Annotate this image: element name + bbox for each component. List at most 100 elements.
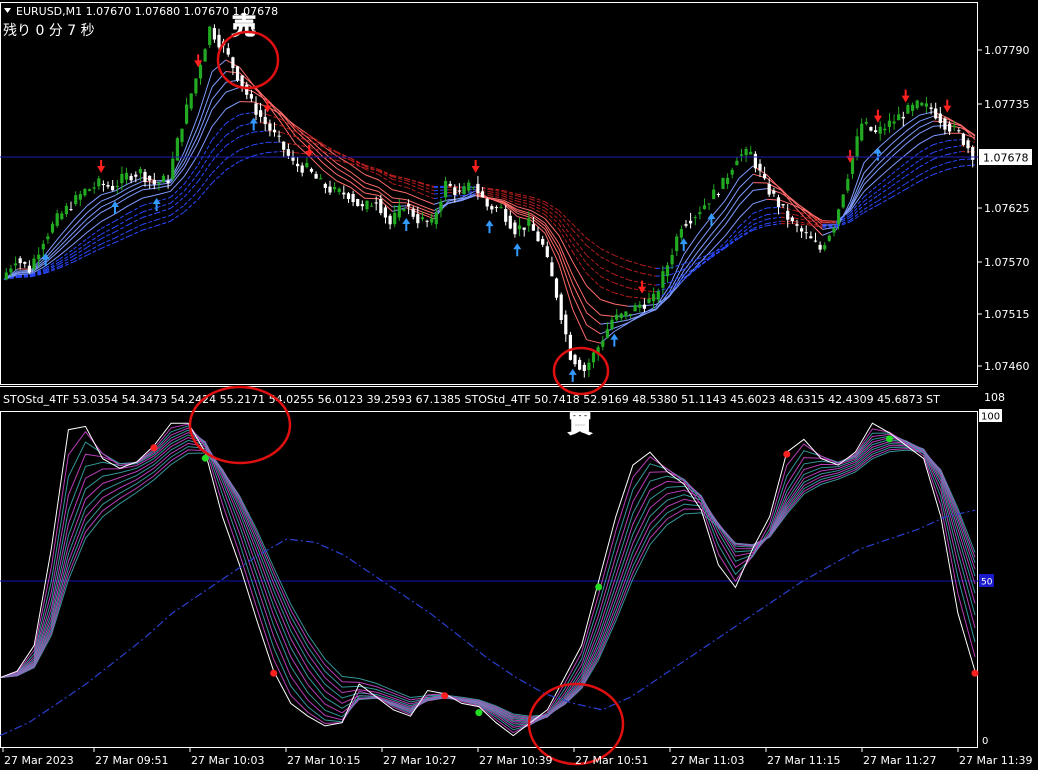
ma-line-segment xyxy=(211,169,227,184)
candle-body xyxy=(665,265,670,277)
candle-body xyxy=(818,244,822,250)
candle-body xyxy=(610,319,614,329)
ma-line-segment xyxy=(766,223,781,227)
candle-body xyxy=(605,329,609,338)
time-label: 27 Mar 10:51 xyxy=(575,754,648,767)
ma-line-segment xyxy=(933,169,948,175)
stoch-ribbon-line xyxy=(0,429,976,726)
candle-body xyxy=(911,104,915,111)
candle-body xyxy=(883,128,887,131)
candle-body xyxy=(314,173,318,179)
candle-body xyxy=(9,268,13,273)
sell-arrow-icon xyxy=(638,280,647,294)
candle-body xyxy=(864,122,868,124)
candle-body xyxy=(735,160,739,166)
sell-arrow-icon xyxy=(901,89,910,103)
ma-line-segment xyxy=(614,292,629,298)
stochastic-ribbon xyxy=(0,422,976,737)
candle-body xyxy=(78,194,82,200)
indicator-tick: 108 xyxy=(984,391,1005,404)
candle-body xyxy=(476,183,480,194)
candle-body xyxy=(444,181,448,198)
stoch-sell-dot xyxy=(150,444,158,452)
ma-line-segment xyxy=(239,144,254,151)
candle-body xyxy=(726,177,730,184)
ma-line-segment xyxy=(614,273,629,281)
candle-body xyxy=(490,206,494,210)
candle-body xyxy=(485,198,489,207)
candle-body xyxy=(971,147,975,160)
candle-body xyxy=(758,163,762,171)
ma-line-segment xyxy=(919,167,934,176)
candle-body xyxy=(689,220,693,224)
stoch-ribbon-line xyxy=(0,431,976,724)
candle-body xyxy=(425,220,429,222)
ma-line-segment xyxy=(73,212,88,228)
candle-body xyxy=(716,194,720,195)
ma-line-segment xyxy=(642,282,657,286)
ma-line-segment xyxy=(947,165,962,170)
dropdown-triangle-icon[interactable] xyxy=(4,8,11,13)
ma-line-segment xyxy=(863,156,879,174)
ma-line-segment xyxy=(253,152,268,157)
ma-line-segment xyxy=(350,176,366,189)
bar-timer: 残り 0 分 7 秒 xyxy=(3,23,95,39)
stoch-slow-line xyxy=(0,509,976,737)
time-label: 27 Mar 11:03 xyxy=(671,754,744,767)
candle-body xyxy=(915,100,919,109)
candle-body xyxy=(240,75,244,88)
candle-body xyxy=(189,93,193,109)
ma-line-segment xyxy=(600,248,615,256)
ma-line-segment xyxy=(170,190,185,204)
candle-body xyxy=(804,232,808,234)
ma-line-segment xyxy=(586,273,601,288)
candle-body xyxy=(832,228,836,233)
buy-arrow-icon xyxy=(568,368,577,382)
candle-body xyxy=(388,215,392,225)
ma-line-segment xyxy=(225,125,241,136)
ma-line-segment xyxy=(572,223,587,239)
candle-body xyxy=(813,240,818,242)
ma-line-segment xyxy=(697,225,712,245)
ma-line-segment xyxy=(267,114,282,120)
ma-line-segment xyxy=(530,204,546,212)
indicator-tick: 0 xyxy=(982,736,988,747)
candle-body xyxy=(32,258,36,270)
ma-line-segment xyxy=(572,261,588,287)
candle-body xyxy=(60,213,64,220)
stoch-ribbon-line xyxy=(0,425,976,731)
candle-body xyxy=(337,188,341,192)
candle-body xyxy=(559,294,563,320)
stoch-sell-dot xyxy=(270,669,278,677)
ma-line-segment xyxy=(933,162,948,169)
ma-line-segment xyxy=(641,264,657,269)
ma-line-segment xyxy=(392,189,407,194)
candle-body xyxy=(966,140,970,149)
ma-line-segment xyxy=(100,195,116,202)
trading-chart[interactable]: 1.07678 1.07790 1.07735 1.07625 1.07570 … xyxy=(0,0,1038,770)
candle-body xyxy=(929,107,933,109)
ma-line-segment xyxy=(919,125,934,134)
candle-body xyxy=(615,314,619,320)
candle-body xyxy=(166,180,170,184)
candle-body xyxy=(323,183,327,188)
candle-body xyxy=(134,174,138,177)
ma-line-segment xyxy=(225,101,241,110)
candle-body xyxy=(948,123,952,132)
ma-line-segment xyxy=(614,303,629,307)
candle-body xyxy=(129,175,133,181)
candle-body xyxy=(860,123,864,141)
ma-line-segment xyxy=(419,192,435,200)
ma-line-segment xyxy=(753,188,767,191)
candle-body xyxy=(887,120,891,127)
candle-body xyxy=(4,272,8,280)
ma-line-segment xyxy=(794,214,809,219)
ma-line-segment xyxy=(100,220,116,230)
ma-line-segment xyxy=(364,187,379,192)
ma-line-segment xyxy=(17,276,32,278)
candle-body xyxy=(439,201,443,211)
candle-body xyxy=(628,313,633,315)
ma-line-segment xyxy=(586,312,601,325)
candle-body xyxy=(101,183,105,185)
ma-line-segment xyxy=(572,229,587,246)
